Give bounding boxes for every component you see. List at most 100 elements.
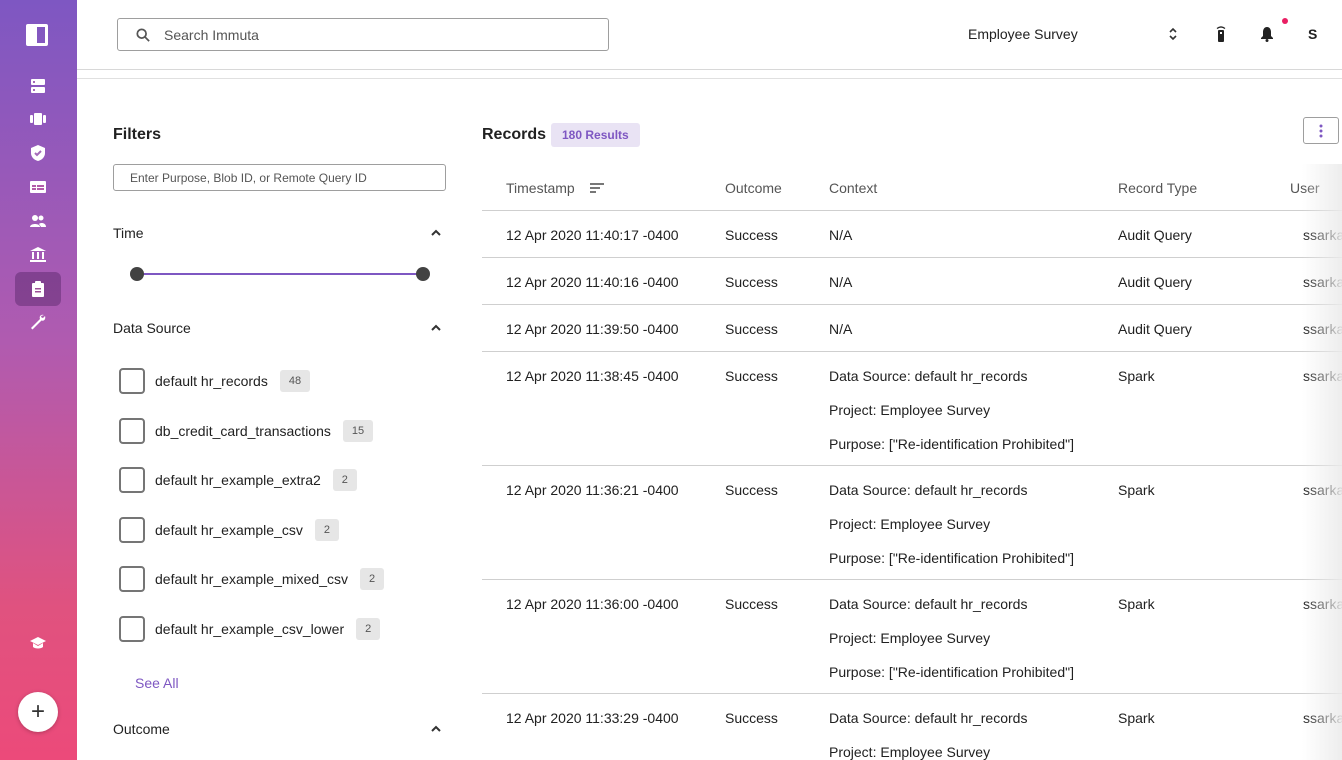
checkbox[interactable] [119,565,145,592]
context-data-source: Data Source: default hr_records [829,710,1028,726]
cell-outcome: Success [725,274,778,290]
cell-user: ssarkar [1303,321,1342,337]
remote-icon[interactable] [1211,24,1231,44]
immuta-logo-icon[interactable] [26,24,48,46]
chevron-up-icon[interactable] [429,722,443,736]
cell-user: ssarkar [1303,368,1342,384]
notifications-bell-icon[interactable] [1257,24,1277,44]
sort-icon[interactable] [590,181,604,193]
time-range-start-handle[interactable] [130,267,144,281]
app-root: + Employee Survey S Filters Time Data So… [0,0,1342,760]
context-project: Project: Employee Survey [829,630,991,646]
data-source-option[interactable]: default hr_example_csv 2 [119,516,339,543]
top-header: Employee Survey S [77,0,1342,70]
table-row[interactable]: 12 Apr 2020 11:36:00 -0400 Success Data … [482,580,1342,694]
cell-user: ssarkar [1303,482,1342,498]
column-header-user[interactable]: User [1290,180,1320,196]
count-badge: 2 [360,567,385,590]
context-purpose: Purpose: ["Re-identification Prohibited"… [829,550,1074,566]
column-header-context[interactable]: Context [829,180,877,196]
cell-context: N/A [829,227,853,243]
cell-record-type: Spark [1118,710,1155,726]
data-source-section-title: Data Source [113,320,191,336]
query-editor-icon[interactable] [15,170,61,204]
context-purpose: Purpose: ["Re-identification Prohibited"… [829,664,1074,680]
filters-panel: Filters Time Data Source default hr_reco… [113,80,453,760]
column-header-record-type[interactable]: Record Type [1118,180,1197,196]
policies-icon[interactable] [15,136,61,170]
search-input[interactable] [164,26,564,43]
count-badge: 48 [279,369,311,392]
data-source-option[interactable]: db_credit_card_transactions 15 [119,417,374,444]
cell-record-type: Spark [1118,368,1155,384]
records-title: Records [482,126,547,143]
cell-timestamp: 12 Apr 2020 11:36:21 -0400 [506,482,679,498]
data-source-option[interactable]: default hr_example_mixed_csv 2 [119,565,385,592]
add-button[interactable]: + [18,692,58,732]
cell-context: Data Source: default hr_records Project:… [829,596,1074,698]
project-switch-icon[interactable] [1163,24,1183,44]
data-source-label: default hr_example_mixed_csv [155,570,348,587]
app-settings-icon[interactable] [15,305,61,339]
data-sources-icon[interactable] [15,69,61,103]
search-box[interactable] [117,18,609,51]
data-source-option[interactable]: default hr_example_csv_lower 2 [119,615,381,642]
data-source-option[interactable]: default hr_records 48 [119,367,311,394]
sidebar: + [0,0,77,760]
audit-icon[interactable] [15,272,61,306]
cell-context: N/A [829,321,853,337]
cell-user: ssarkar [1303,227,1342,243]
count-badge: 15 [342,419,374,442]
checkbox[interactable] [119,615,145,642]
context-purpose: Purpose: ["Re-identification Prohibited"… [829,436,1074,452]
more-options-button[interactable] [1303,117,1339,144]
column-header-outcome[interactable]: Outcome [725,180,782,196]
data-source-option[interactable]: default hr_example_extra2 2 [119,466,357,493]
context-project: Project: Employee Survey [829,516,991,532]
chevron-up-icon[interactable] [429,321,443,335]
count-badge: 2 [356,617,381,640]
table-row[interactable]: 12 Apr 2020 11:38:45 -0400 Success Data … [482,352,1342,466]
context-project: Project: Employee Survey [829,744,991,760]
table-row[interactable]: 12 Apr 2020 11:39:50 -0400 Success N/A A… [482,305,1342,352]
checkbox[interactable] [119,367,145,394]
count-badge: 2 [314,518,339,541]
results-count-badge: 180 Results [551,123,640,147]
column-header-timestamp[interactable]: Timestamp [506,180,575,196]
checkbox[interactable] [119,516,145,543]
context-data-source: Data Source: default hr_records [829,368,1028,384]
cell-context: Data Source: default hr_records Project:… [829,482,1074,584]
table-header: Timestamp Outcome Context Record Type Us… [482,164,1342,211]
outcome-section-title: Outcome [113,721,170,737]
time-range-track[interactable] [137,273,423,275]
table-row[interactable]: 12 Apr 2020 11:40:16 -0400 Success N/A A… [482,258,1342,305]
chevron-up-icon[interactable] [429,226,443,240]
filter-search-input[interactable] [113,164,446,191]
table-row[interactable]: 12 Apr 2020 11:36:21 -0400 Success Data … [482,466,1342,580]
time-range-end-handle[interactable] [416,267,430,281]
cell-user: ssarkar [1303,596,1342,612]
cell-context: N/A [829,274,853,290]
cell-timestamp: 12 Apr 2020 11:39:50 -0400 [506,321,679,337]
cell-record-type: Audit Query [1118,321,1192,337]
context-data-source: Data Source: default hr_records [829,482,1028,498]
user-avatar[interactable]: S [1308,26,1317,42]
cell-outcome: Success [725,596,778,612]
project-selector-label[interactable]: Employee Survey [968,26,1078,42]
checkbox[interactable] [119,417,145,444]
see-all-link[interactable]: See All [135,675,179,691]
table-row[interactable]: 12 Apr 2020 11:40:17 -0400 Success N/A A… [482,211,1342,258]
notification-dot [1282,18,1288,24]
records-table: Timestamp Outcome Context Record Type Us… [482,164,1342,760]
checkbox[interactable] [119,466,145,493]
table-row[interactable]: 12 Apr 2020 11:33:29 -0400 Success Data … [482,694,1342,760]
cell-outcome: Success [725,227,778,243]
time-section-title: Time [113,225,144,241]
projects-icon[interactable] [15,102,61,136]
context-project: Project: Employee Survey [829,402,991,418]
governance-icon[interactable] [15,238,61,272]
learn-icon[interactable] [15,627,61,661]
cell-timestamp: 12 Apr 2020 11:38:45 -0400 [506,368,679,384]
cell-timestamp: 12 Apr 2020 11:36:00 -0400 [506,596,679,612]
people-icon[interactable] [15,204,61,238]
